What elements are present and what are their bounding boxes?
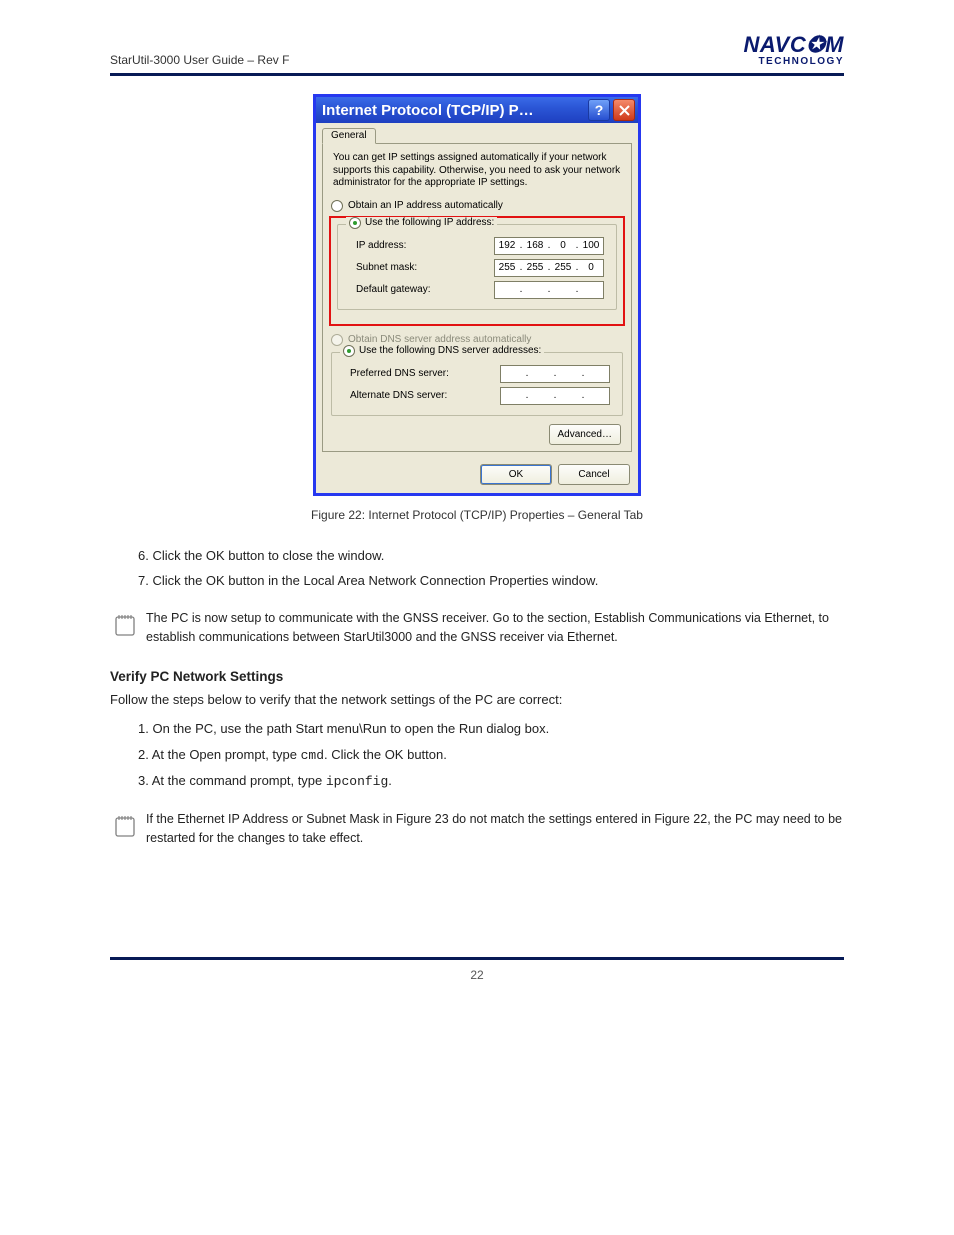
verify-step-2: 2. At the Open prompt, type cmd. Click t… bbox=[138, 745, 834, 766]
radio-selected-icon bbox=[343, 345, 355, 357]
radio-selected-icon bbox=[349, 217, 361, 229]
lbl-alternate-dns: Alternate DNS server: bbox=[350, 390, 447, 401]
ip-octet: 0 bbox=[551, 240, 575, 251]
ip-octet: 192 bbox=[495, 240, 519, 251]
ipconfig-text: ipconfig bbox=[326, 774, 388, 789]
verify-intro: Follow the steps below to verify that th… bbox=[110, 692, 844, 707]
dialog-titlebar[interactable]: Internet Protocol (TCP/IP) P… ? bbox=[316, 97, 638, 123]
footer-rule bbox=[110, 957, 844, 960]
opt-obtain-ip-auto[interactable]: Obtain an IP address automatically bbox=[331, 200, 623, 212]
step-7: 7. Click the OK button in the Local Area… bbox=[138, 571, 834, 591]
ip-address-input[interactable]: 192. 168. 0. 100 bbox=[494, 237, 604, 255]
ip-octet: 168 bbox=[523, 240, 547, 251]
subnet-mask-input[interactable]: 255. 255. 255. 0 bbox=[494, 259, 604, 277]
close-button[interactable] bbox=[613, 99, 635, 121]
lbl-default-gateway: Default gateway: bbox=[356, 284, 431, 295]
step-6: 6. Click the OK button to close the wind… bbox=[138, 546, 834, 566]
alternate-dns-input[interactable]: . . . bbox=[500, 387, 610, 405]
lbl-subnet-mask: Subnet mask: bbox=[356, 262, 417, 273]
verify-heading: Verify PC Network Settings bbox=[110, 669, 844, 684]
dialog-title: Internet Protocol (TCP/IP) P… bbox=[322, 102, 585, 119]
note-icon bbox=[114, 611, 136, 648]
cancel-button[interactable]: Cancel bbox=[558, 464, 630, 485]
opt-obtain-dns-label: Obtain DNS server address automatically bbox=[348, 334, 531, 345]
verify-step-3: 3. At the command prompt, type ipconfig. bbox=[138, 771, 834, 792]
tab-general[interactable]: General bbox=[322, 128, 376, 144]
opt-use-dns[interactable]: Use the following DNS server addresses: bbox=[340, 345, 544, 357]
ok-button[interactable]: OK bbox=[480, 464, 552, 485]
preferred-dns-input[interactable]: . . . bbox=[500, 365, 610, 383]
radio-unselected-icon bbox=[331, 200, 343, 212]
page-number: 22 bbox=[110, 968, 844, 982]
note-icon bbox=[114, 812, 136, 849]
ip-octet: 255 bbox=[551, 262, 575, 273]
logo-top: NAVC✪M bbox=[744, 32, 844, 58]
help-button[interactable]: ? bbox=[588, 99, 610, 121]
note-2-text: If the Ethernet IP Address or Subnet Mas… bbox=[146, 810, 844, 849]
default-gateway-input[interactable]: . . . bbox=[494, 281, 604, 299]
ip-octet: 255 bbox=[523, 262, 547, 273]
lbl-preferred-dns: Preferred DNS server: bbox=[350, 368, 449, 379]
highlighted-ip-section: Use the following IP address: IP address… bbox=[329, 216, 625, 326]
tcpip-dialog: Internet Protocol (TCP/IP) P… ? General … bbox=[313, 94, 641, 496]
opt-use-ip[interactable]: Use the following IP address: bbox=[346, 217, 497, 229]
close-icon bbox=[619, 105, 630, 116]
figure-caption: Figure 22: Internet Protocol (TCP/IP) Pr… bbox=[110, 508, 844, 522]
ip-octet: 255 bbox=[495, 262, 519, 273]
ip-octet: 0 bbox=[579, 262, 603, 273]
info-text: You can get IP settings assigned automat… bbox=[333, 152, 621, 190]
logo: NAVC✪M TECHNOLOGY bbox=[744, 32, 844, 67]
logo-bottom: TECHNOLOGY bbox=[744, 56, 844, 67]
note-1-text: The PC is now setup to communicate with … bbox=[146, 609, 844, 648]
header-rule bbox=[110, 73, 844, 76]
opt-obtain-ip-label: Obtain an IP address automatically bbox=[348, 200, 503, 211]
verify-step-1: 1. On the PC, use the path Start menu\Ru… bbox=[138, 719, 834, 739]
ip-octet: 100 bbox=[579, 240, 603, 251]
advanced-button[interactable]: Advanced… bbox=[549, 424, 621, 445]
doc-title: StarUtil-3000 User Guide – Rev F bbox=[110, 53, 289, 67]
opt-use-dns-label: Use the following DNS server addresses: bbox=[359, 345, 541, 356]
opt-use-ip-label: Use the following IP address: bbox=[365, 217, 494, 228]
cmd-text: cmd bbox=[301, 748, 324, 763]
lbl-ip-address: IP address: bbox=[356, 240, 406, 251]
